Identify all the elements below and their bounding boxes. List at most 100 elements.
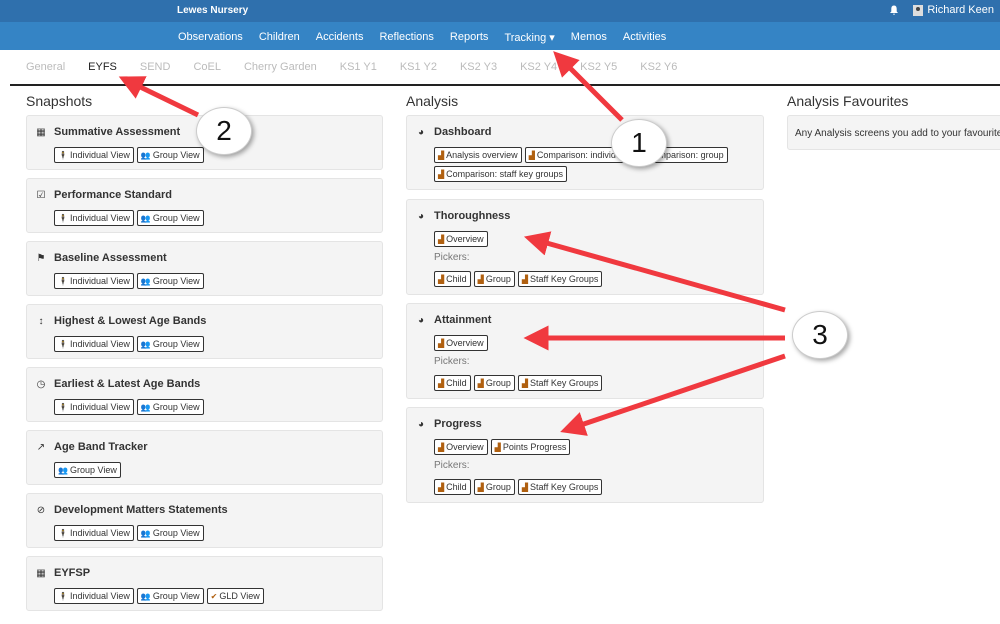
child-label: Child: [446, 482, 467, 492]
overview-button[interactable]: ▟ Overview: [434, 231, 488, 247]
group-view-button[interactable]: 👥 Group View: [136, 399, 204, 415]
analysis-overview-button[interactable]: ▟ Analysis overview: [434, 147, 522, 163]
callout-1: 1: [611, 119, 667, 167]
snapshot-title[interactable]: Age Band Tracker: [54, 441, 148, 453]
tab-ks2-y4[interactable]: KS2 Y4: [518, 50, 568, 84]
nav-observations[interactable]: Observations: [170, 22, 251, 50]
group-view-button[interactable]: 👥 Group View: [136, 336, 204, 352]
bar-chart-icon: ▟: [438, 275, 445, 284]
individual-view-button[interactable]: 🕴 Individual View: [54, 147, 134, 163]
individual-view-label: Individual View: [69, 528, 130, 538]
main-nav: Observations Children Accidents Reflections…: [0, 22, 1000, 50]
snapshot-title[interactable]: Highest & Lowest Age Bands: [54, 315, 206, 327]
calendar-icon: ▦: [36, 127, 46, 138]
points-progress-button[interactable]: ▟ Points Progress: [490, 439, 571, 455]
tab-ks2-y5[interactable]: KS2 Y5: [578, 50, 628, 84]
tab-eyfs[interactable]: EYFS: [86, 50, 128, 84]
snapshot-title[interactable]: Baseline Assessment: [54, 252, 167, 264]
group-button[interactable]: ▟ Group: [473, 479, 515, 495]
analysis-overview-label: Analysis overview: [446, 150, 518, 160]
staff-key-groups-button[interactable]: ▟ Staff Key Groups: [517, 375, 603, 391]
individual-view-button[interactable]: 🕴 Individual View: [54, 399, 134, 415]
overview-button[interactable]: ▟ Overview: [434, 335, 488, 351]
nav-children[interactable]: Children: [251, 22, 308, 50]
individual-view-label: Individual View: [69, 213, 130, 223]
button-group: 🕴 Individual View 👥 Group View: [54, 525, 364, 541]
group-button[interactable]: ▟ Group: [473, 375, 515, 391]
nav-memos[interactable]: Memos: [563, 22, 615, 50]
group-view-button[interactable]: 👥 Group View: [136, 273, 204, 289]
bar-chart-icon: ▟: [438, 235, 445, 244]
tab-ks1-y2[interactable]: KS1 Y2: [398, 50, 448, 84]
individual-view-button[interactable]: 🕴 Individual View: [54, 210, 134, 226]
snapshot-card: ◷ Earliest & Latest Age Bands 🕴 Individual …: [26, 367, 383, 422]
snapshot-title[interactable]: EYFSP: [54, 567, 90, 579]
snapshot-title[interactable]: Summative Assessment: [54, 126, 180, 138]
individual-view-button[interactable]: 🕴 Individual View: [54, 336, 134, 352]
nav-activities[interactable]: Activities: [615, 22, 674, 50]
tab-ks2-y3[interactable]: KS2 Y3: [458, 50, 508, 84]
user-menu[interactable]: Richard Keen: [889, 4, 994, 16]
user-name[interactable]: Richard Keen: [927, 4, 994, 16]
snapshot-card: ▦ EYFSP 🕴 Individual View 👥 Group View ✔ GLD Vi…: [26, 556, 383, 611]
brand-name[interactable]: Lewes Nursery: [177, 5, 248, 16]
staff-key-groups-label: Staff Key Groups: [530, 482, 599, 492]
child-button[interactable]: ▟ Child: [434, 271, 471, 287]
tab-cherry-garden[interactable]: Cherry Garden: [242, 50, 328, 84]
group-view-button[interactable]: 👥 Group View: [54, 462, 121, 478]
callout-2: 2: [196, 107, 252, 155]
snapshot-title[interactable]: Earliest & Latest Age Bands: [54, 378, 200, 390]
analysis-title: Dashboard: [434, 126, 492, 138]
calendar-check-icon: ☑: [36, 190, 46, 201]
flag-icon: ⚑: [36, 253, 46, 264]
individual-view-button[interactable]: 🕴 Individual View: [54, 273, 134, 289]
tab-send[interactable]: SEND: [138, 50, 182, 84]
nav-reports[interactable]: Reports: [442, 22, 497, 50]
pie-chart-icon: ◕: [417, 127, 425, 138]
comparison-staff-key-groups-button[interactable]: ▟ Comparison: staff key groups: [434, 166, 568, 182]
tab-coel[interactable]: CoEL: [191, 50, 232, 84]
picker-group: ▟ Child ▟ Group ▟ Staff Key Groups: [434, 271, 744, 287]
overview-label: Overview: [446, 234, 484, 244]
calendar-icon: ▦: [36, 568, 46, 579]
staff-key-groups-button[interactable]: ▟ Staff Key Groups: [517, 479, 603, 495]
nav-accidents[interactable]: Accidents: [308, 22, 372, 50]
snapshot-title[interactable]: Performance Standard: [54, 189, 172, 201]
group-button[interactable]: ▟ Group: [473, 271, 515, 287]
bar-chart-icon: ▟: [521, 275, 528, 284]
group-icon: 👥: [58, 466, 68, 475]
pie-chart-icon: ◕: [417, 211, 425, 222]
staff-key-groups-button[interactable]: ▟ Staff Key Groups: [517, 271, 603, 287]
individual-view-button[interactable]: 🕴 Individual View: [54, 525, 134, 541]
tab-general[interactable]: General: [24, 50, 76, 84]
child-button[interactable]: ▟ Child: [434, 479, 471, 495]
check-icon: ✔: [210, 592, 218, 601]
analysis-title: Attainment: [434, 314, 492, 326]
group-icon: 👥: [140, 403, 151, 412]
group-view-button[interactable]: 👥 Group View: [136, 147, 204, 163]
group-view-button[interactable]: 👥 Group View: [136, 588, 204, 604]
analysis-heading: Analysis: [406, 93, 459, 109]
snapshot-title[interactable]: Development Matters Statements: [54, 504, 228, 516]
tab-ks2-y6[interactable]: KS2 Y6: [638, 50, 688, 84]
bell-icon[interactable]: [889, 5, 899, 15]
tab-ks1-y1[interactable]: KS1 Y1: [338, 50, 388, 84]
snapshots-heading: Snapshots: [26, 93, 93, 109]
bar-chart-icon: ▟: [477, 275, 484, 284]
individual-view-button[interactable]: 🕴 Individual View: [54, 588, 134, 604]
avatar: [913, 4, 924, 16]
group-view-label: Group View: [152, 591, 200, 601]
group-view-button[interactable]: 👥 Group View: [136, 210, 204, 226]
group-view-label: Group View: [152, 213, 200, 223]
overview-button[interactable]: ▟ Overview: [434, 439, 488, 455]
person-icon: 🕴: [58, 529, 68, 538]
group-view-button[interactable]: 👥 Group View: [136, 525, 204, 541]
group-view-label: Group View: [152, 150, 200, 160]
individual-view-label: Individual View: [69, 276, 130, 286]
button-group: 🕴 Individual View 👥 Group View: [54, 399, 364, 415]
child-button[interactable]: ▟ Child: [434, 375, 471, 391]
button-group: ▟ Overview: [434, 231, 744, 247]
gld-view-button[interactable]: ✔ GLD View: [206, 588, 264, 604]
nav-reflections[interactable]: Reflections: [371, 22, 441, 50]
nav-tracking[interactable]: Tracking ▾: [496, 22, 562, 50]
